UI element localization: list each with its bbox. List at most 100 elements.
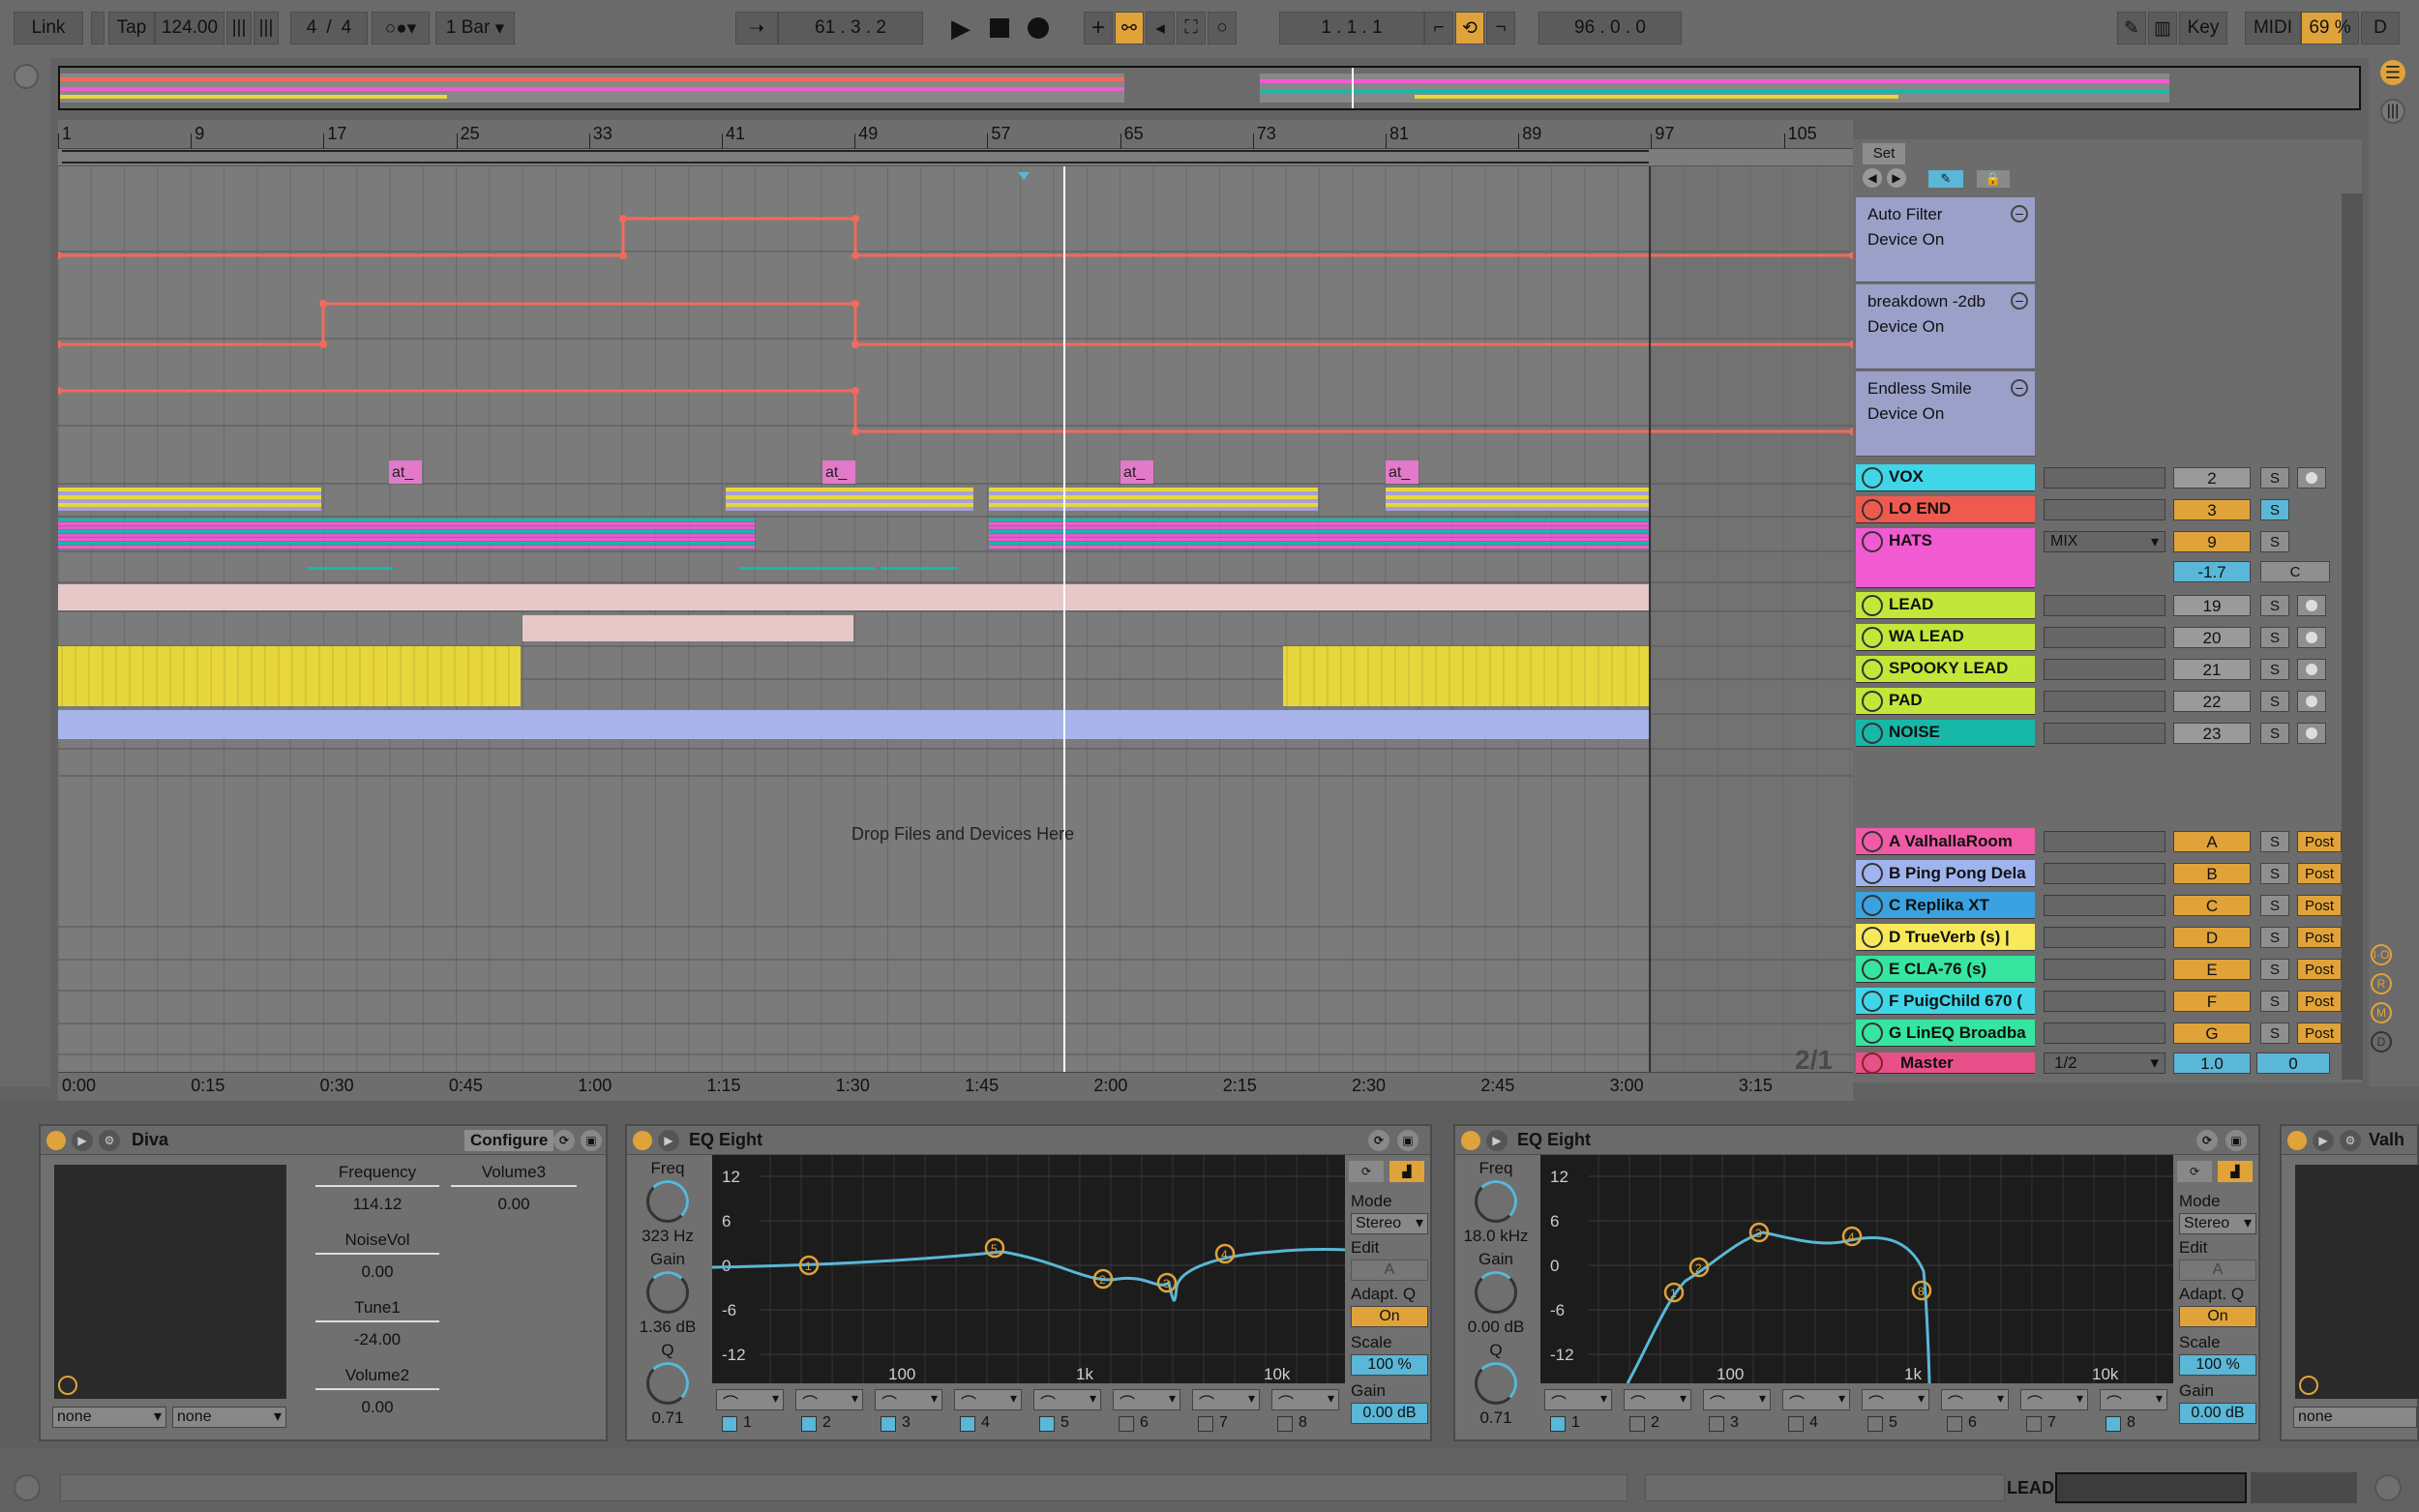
track-activator-icon[interactable] (1862, 659, 1883, 680)
band-filter-type-select[interactable]: ⌒ ▾ (1862, 1389, 1929, 1412)
band-filter-type-select[interactable]: ⌒ ▾ (716, 1389, 784, 1412)
band-filter-type-select[interactable]: ⌒ ▾ (1033, 1389, 1101, 1412)
automation-lane-header[interactable]: Endless Smile Device On – (1856, 371, 2035, 457)
track-activator-icon[interactable] (1862, 467, 1883, 489)
status-toggle-icon[interactable] (14, 1474, 41, 1501)
track-activator-icon[interactable] (1862, 627, 1883, 648)
track-vox[interactable]: VOX (1856, 464, 2035, 491)
solo-button[interactable]: S (2260, 895, 2289, 916)
beat-ruler[interactable]: 1 9 17 25 33 41 49 57 65 73 81 89 97 105 (58, 120, 1853, 149)
wrench-icon[interactable]: ⚙ (2340, 1129, 2361, 1151)
automation-parameter[interactable]: Device On (1867, 404, 1944, 424)
track-number[interactable]: 3 (2173, 499, 2251, 520)
param-slider[interactable] (315, 1185, 439, 1187)
track-activator-icon[interactable] (1862, 1052, 1883, 1074)
solo-button[interactable]: S (2260, 959, 2289, 980)
diva-param[interactable]: NoiseVol 0.00 (315, 1230, 439, 1289)
post-button[interactable]: Post (2297, 863, 2342, 884)
save-preset-icon[interactable]: ▣ (2225, 1130, 2247, 1151)
arrangement-overview[interactable] (58, 66, 2361, 110)
track-activator-icon[interactable] (1862, 863, 1883, 884)
mixer-section-toggle-icon[interactable]: M (2371, 1002, 2392, 1023)
punch-in-icon[interactable]: ⌐ (1424, 12, 1453, 44)
band-filter-type-select[interactable]: ⌒ ▾ (1192, 1389, 1260, 1412)
track-activator-icon[interactable] (1862, 531, 1883, 552)
post-button[interactable]: Post (2297, 991, 2342, 1012)
freq-knob[interactable] (646, 1180, 689, 1223)
capture-icon[interactable]: ⛶ (1177, 12, 1206, 44)
out-gain-field[interactable]: 0.00 dB (1351, 1403, 1428, 1424)
device-on-icon[interactable] (2287, 1130, 2307, 1150)
master-volume[interactable]: 1.0 (2173, 1052, 2251, 1074)
return-track[interactable]: A ValhallaRoom (1856, 828, 2035, 855)
device-menu-icon[interactable]: ⟳ (553, 1130, 575, 1151)
return-output-select[interactable] (2044, 1023, 2165, 1044)
diva-param[interactable]: Tune1 -24.00 (315, 1298, 439, 1356)
arm-icon[interactable] (2297, 659, 2326, 680)
plugin-window[interactable] (2295, 1165, 2419, 1399)
eq-display[interactable]: 12 6 0 -6 -12 100 1k 10k 1 5 2 3 4 (711, 1155, 1346, 1383)
spectrum-icon[interactable]: ▟ (1389, 1161, 1424, 1182)
solo-button[interactable]: S (2260, 627, 2289, 648)
return-letter[interactable]: A (2173, 831, 2251, 852)
solo-button[interactable]: S (2260, 1023, 2289, 1044)
band-enable-checkbox[interactable] (801, 1416, 817, 1432)
adapt-q-toggle[interactable]: On (1351, 1306, 1428, 1327)
track-input-select[interactable] (2044, 595, 2165, 616)
band-enable-checkbox[interactable] (1867, 1416, 1883, 1432)
band-enable-checkbox[interactable] (881, 1416, 896, 1432)
nav-back-icon[interactable]: ◀ (1863, 168, 1882, 188)
device-on-icon[interactable] (1461, 1130, 1480, 1150)
track-activator-icon[interactable] (1862, 691, 1883, 712)
track-lead[interactable]: LEAD (1856, 592, 2035, 619)
return-letter[interactable]: D (2173, 927, 2251, 948)
return-output-select[interactable] (2044, 991, 2165, 1012)
loop-brace[interactable] (58, 149, 1853, 166)
track-number[interactable]: 2 (2173, 467, 2251, 489)
nav-forward-icon[interactable]: ▶ (1887, 168, 1906, 188)
track-lo-end[interactable]: LO END (1856, 496, 2035, 523)
freq-knob[interactable] (1475, 1180, 1517, 1223)
track-input-select[interactable] (2044, 627, 2165, 648)
band-filter-type-select[interactable]: ⌒ ▾ (1703, 1389, 1771, 1412)
return-track[interactable]: F PuigChild 670 ( (1856, 988, 2035, 1015)
lock-icon[interactable]: 🔒 (1977, 170, 2010, 188)
track-input-select[interactable] (2044, 691, 2165, 712)
arm-icon[interactable] (2297, 595, 2326, 616)
solo-button[interactable]: S (2260, 831, 2289, 852)
arm-icon[interactable] (2297, 723, 2326, 744)
return-toggle-icon[interactable]: R (2371, 973, 2392, 994)
band-enable-checkbox[interactable] (1039, 1416, 1055, 1432)
set-button[interactable]: Set (1863, 143, 1905, 164)
scale-field[interactable]: 100 % (1351, 1354, 1428, 1376)
param-slider[interactable] (315, 1253, 439, 1255)
track-input-select[interactable] (2044, 499, 2165, 520)
automation-lane-header[interactable]: breakdown -2db Device On – (1856, 284, 2035, 370)
track-hats[interactable]: HATS (1856, 528, 2035, 588)
follow-icon[interactable]: ➝ (735, 12, 778, 44)
crossfade-assign[interactable]: C (2260, 561, 2330, 582)
solo-button[interactable]: S (2260, 991, 2289, 1012)
preset-select[interactable]: none (2293, 1407, 2417, 1428)
post-button[interactable]: Post (2297, 831, 2342, 852)
device-play-icon[interactable]: ▶ (72, 1129, 93, 1151)
browser-toggle-icon[interactable] (14, 64, 39, 89)
param-slider[interactable] (315, 1320, 439, 1322)
configure-button[interactable]: Configure (464, 1130, 554, 1151)
return-track[interactable]: E CLA-76 (s) (1856, 956, 2035, 983)
band-enable-checkbox[interactable] (1119, 1416, 1134, 1432)
remove-lane-icon[interactable]: – (2011, 205, 2028, 222)
return-letter[interactable]: B (2173, 863, 2251, 884)
quantize-menu[interactable]: 1 Bar ▾ (435, 12, 515, 44)
track-activator-icon[interactable] (1862, 959, 1883, 980)
band-filter-type-select[interactable]: ⌒ ▾ (795, 1389, 863, 1412)
track-master[interactable]: Master (1856, 1052, 2035, 1074)
mode-select[interactable]: Stereo ▾ (1351, 1213, 1428, 1234)
band-enable-checkbox[interactable] (1788, 1416, 1804, 1432)
device-menu-icon[interactable]: ⟳ (2196, 1130, 2218, 1151)
band-enable-checkbox[interactable] (1198, 1416, 1213, 1432)
arrangement-grid[interactable]: at_ at_ at_ at_ Drop Files and Devices Here (58, 166, 1853, 1105)
device-menu-icon[interactable]: ⟳ (1368, 1130, 1389, 1151)
band-filter-type-select[interactable]: ⌒ ▾ (1782, 1389, 1850, 1412)
automation-parameter[interactable]: Device On (1867, 317, 1944, 337)
